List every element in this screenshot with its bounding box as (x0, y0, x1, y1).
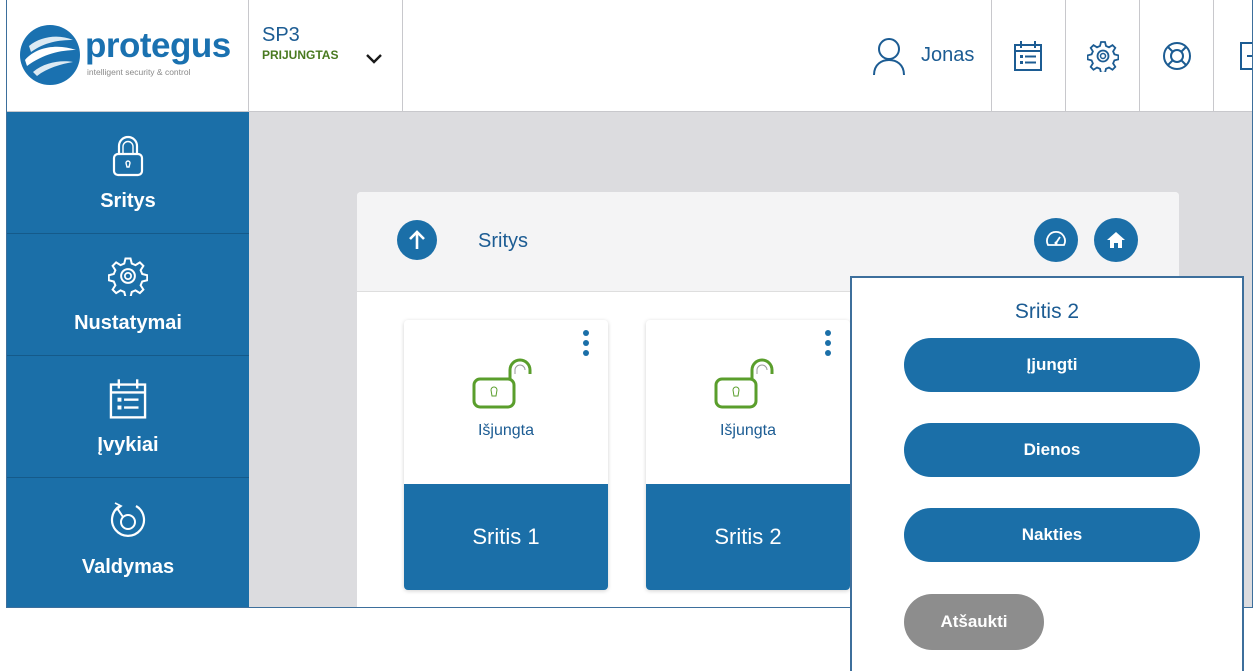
dashboard-button[interactable] (1034, 218, 1078, 262)
more-menu-icon[interactable] (824, 330, 832, 360)
day-mode-button[interactable]: Dienos (904, 423, 1200, 477)
logout-icon (1240, 42, 1252, 70)
sidebar-item-label: Nustatymai (74, 312, 182, 334)
gear-icon (108, 257, 148, 296)
area-card-footer: Sritis 1 (404, 484, 608, 590)
area-name: Sritis 1 (472, 524, 540, 549)
area-state: Išjungta (719, 422, 777, 439)
sidebar-item-ivykiai[interactable]: Įvykiai (7, 356, 249, 478)
sidebar: Sritys Nustatymai Įvykiai Valdymas (7, 112, 249, 607)
dial-icon (110, 502, 146, 537)
chevron-down-icon[interactable] (365, 53, 383, 65)
user-icon (873, 38, 905, 76)
sidebar-item-label: Valdymas (81, 556, 175, 578)
more-menu-icon[interactable] (582, 330, 590, 360)
home-button[interactable] (1094, 218, 1138, 262)
popup-title: Sritis 2 (1014, 300, 1080, 323)
unlocked-padlock-icon (472, 358, 532, 409)
padlock-icon (112, 135, 144, 177)
cancel-button[interactable]: Atšaukti (904, 594, 1044, 650)
area-card-2[interactable]: Išjungta Sritis 2 (646, 320, 850, 590)
home-icon (1107, 232, 1125, 248)
sidebar-item-nustatymai[interactable]: Nustatymai (7, 234, 249, 356)
calendar-icon (109, 379, 147, 419)
gear-icon (1087, 41, 1119, 72)
logout-button[interactable] (1213, 0, 1252, 112)
brand-tagline: intelligent security & control (87, 67, 191, 77)
sidebar-item-label: Sritys (100, 190, 156, 212)
night-mode-button[interactable]: Nakties (904, 508, 1200, 562)
sidebar-item-label: Įvykiai (97, 434, 159, 456)
speedometer-icon (1046, 231, 1066, 246)
header: protegus intelligent security & control … (7, 0, 1252, 112)
arm-button[interactable]: Įjungti (904, 338, 1200, 392)
lifebuoy-icon (1163, 42, 1191, 70)
page-title: Sritys (478, 230, 528, 252)
up-button[interactable] (397, 220, 437, 260)
area-card-footer: Sritis 2 (646, 484, 850, 590)
calendar-icon (1014, 41, 1042, 71)
arrow-up-icon (409, 230, 425, 249)
unlocked-padlock-icon (714, 358, 774, 409)
system-selector[interactable]: SP3 PRIJUNGTAS (249, 0, 403, 112)
system-status: PRIJUNGTAS (262, 48, 339, 62)
settings-button[interactable] (1065, 0, 1139, 112)
user-name: Jonas (921, 44, 975, 66)
protegus-logo-icon (20, 25, 80, 85)
area-action-popup: Sritis 2 Įjungti Dienos Nakties Atšaukti (850, 276, 1244, 671)
help-button[interactable] (1139, 0, 1213, 112)
logo[interactable]: protegus intelligent security & control (7, 0, 249, 112)
system-name: SP3 (262, 24, 300, 46)
area-name: Sritis 2 (714, 524, 782, 549)
sidebar-item-valdymas[interactable]: Valdymas (7, 478, 249, 600)
area-state: Išjungta (477, 422, 535, 439)
events-button[interactable] (991, 0, 1065, 112)
brand-name: protegus (85, 26, 231, 65)
area-card-1[interactable]: Išjungta Sritis 1 (404, 320, 608, 590)
sidebar-item-sritys[interactable]: Sritys (7, 112, 249, 234)
